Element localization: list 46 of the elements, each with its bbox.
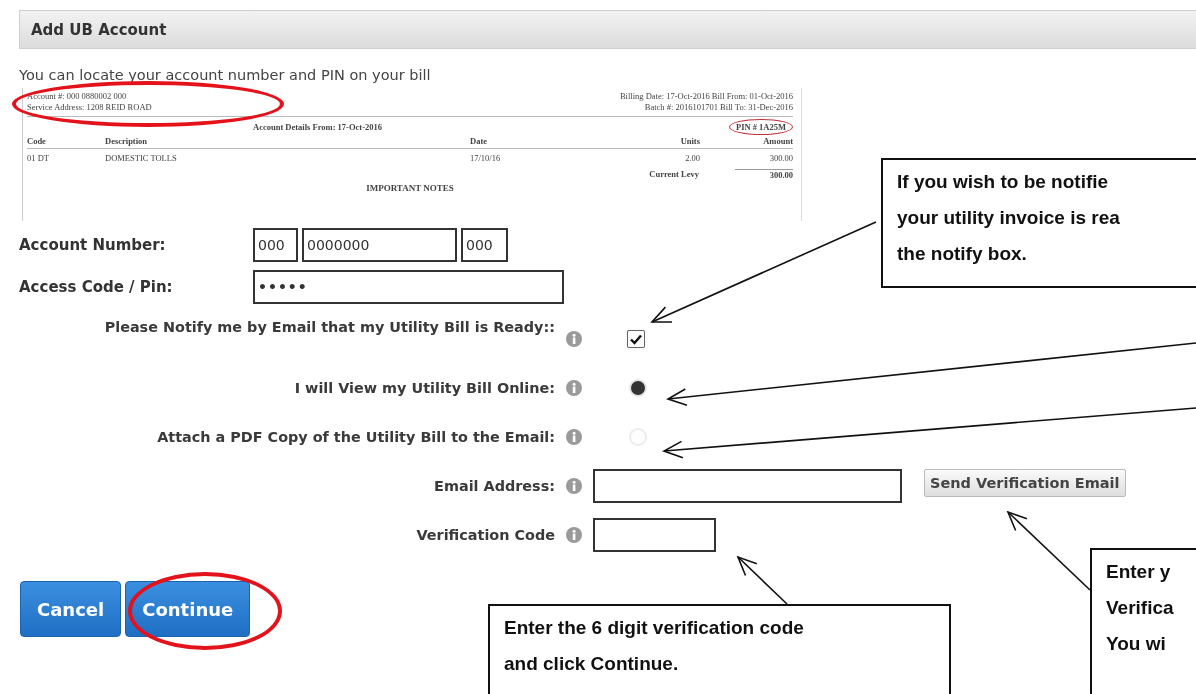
send-button[interactable]: Send Verification Email xyxy=(924,468,1126,497)
input-field[interactable] xyxy=(593,517,716,552)
arrow xyxy=(736,555,788,605)
callout-text: Enter the 6 digit verification code and click Continue. xyxy=(488,604,951,694)
info-icon[interactable] xyxy=(566,526,582,543)
table-cell-text: 300.00 xyxy=(768,152,793,163)
intro-text: You can locate your account number and PIN on your bill xyxy=(19,67,432,83)
password-field[interactable]: ••••• xyxy=(253,270,564,304)
total-label: Current Levy xyxy=(649,169,699,179)
column-header: Description xyxy=(105,136,149,146)
panel-title: Add UB Account xyxy=(31,20,167,39)
bill-text: Service Address: 1208 REID ROAD xyxy=(27,102,152,113)
option-label: Please Notify me by Email that my Utility Bill is Ready:: xyxy=(104,318,555,337)
info-icon[interactable] xyxy=(566,428,582,445)
bill-heading: Account Details From: 17-Oct-2016 xyxy=(253,122,382,132)
table-cell-text: 17/10/16 xyxy=(470,152,502,163)
input-field[interactable]: 000 xyxy=(461,228,508,262)
field-label: Verification Code xyxy=(416,525,555,545)
field-label: Account Number: xyxy=(19,236,167,254)
total-value: 300.00 xyxy=(735,168,793,180)
table-cell-text: 2.00 xyxy=(684,152,700,163)
callout-text: If you wish to be notifie your utility invoice is rea the notify box. xyxy=(881,158,1196,288)
radio-button[interactable] xyxy=(629,378,647,397)
bill-text: Batch #: 2016101701 Bill To: 31-Dec-2016 xyxy=(643,102,793,113)
column-header: Amount xyxy=(762,136,793,146)
option-label: I will View my Utility Bill Online: xyxy=(294,378,555,398)
column-header: Code xyxy=(27,136,47,146)
field-label: Access Code / Pin: xyxy=(19,278,174,296)
bill-text: Billing Date: 17-Oct-2016 Bill From: 01-Oct-2016 xyxy=(619,91,793,102)
input-field[interactable]: 0000000 xyxy=(302,228,457,262)
field-label: Email Address: xyxy=(434,476,555,496)
column-header: Units xyxy=(679,136,700,146)
checkbox[interactable] xyxy=(627,329,645,348)
action-button[interactable]: Continue xyxy=(125,581,251,637)
callout-text: Enter y Verifica You wi xyxy=(1090,548,1196,694)
info-icon[interactable] xyxy=(566,330,582,347)
table-cell-text: DOMESTIC TOLLS xyxy=(105,152,178,163)
info-icon[interactable] xyxy=(566,379,582,396)
input-field[interactable]: 000 xyxy=(253,228,298,262)
email-field[interactable] xyxy=(593,468,902,503)
column-header: Date xyxy=(470,136,488,146)
bill-heading: IMPORTANT NOTES xyxy=(365,183,455,193)
action-button[interactable]: Cancel xyxy=(20,581,122,637)
info-icon[interactable] xyxy=(566,477,582,494)
option-label: Attach a PDF Copy of the Utility Bill to the Email: xyxy=(157,427,555,447)
table-cell-text: 01 DT xyxy=(27,152,50,163)
